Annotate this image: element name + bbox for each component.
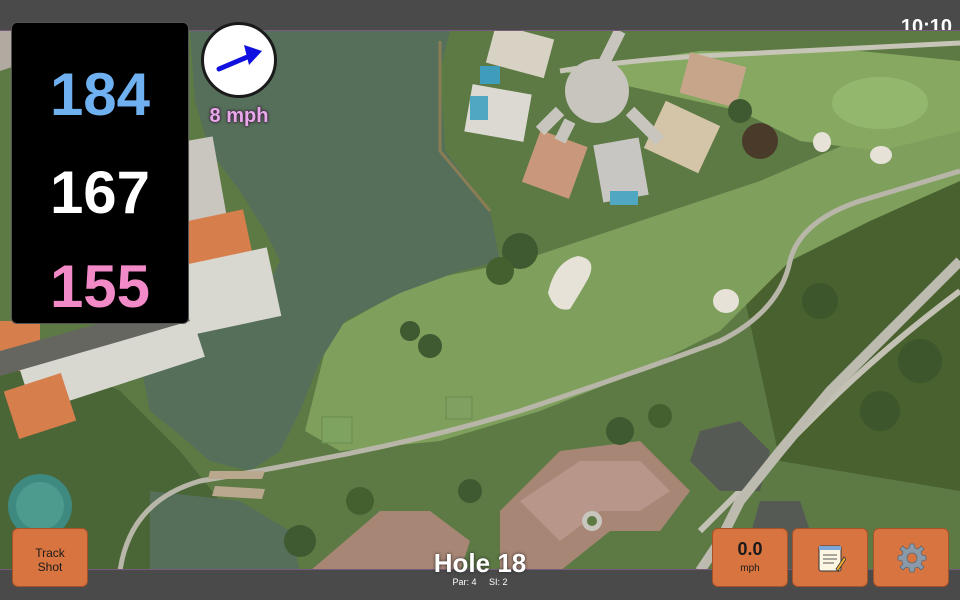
- hole-par: Par: 4: [452, 577, 477, 587]
- notepad-icon: [818, 545, 846, 572]
- wind-direction-dial: [201, 22, 277, 98]
- notes-button[interactable]: [792, 528, 868, 587]
- distance-panel: 184 167 155: [11, 22, 189, 324]
- front-of-green-distance: 155: [49, 253, 151, 320]
- arrow-up-right-icon: [216, 45, 262, 72]
- hole-stroke-index: SI: 2: [489, 577, 508, 587]
- hole-title: Hole 18: [433, 548, 527, 578]
- gear-icon: [897, 543, 927, 573]
- wind-speed-value: 0.0: [737, 539, 763, 559]
- back-of-green-distance: 184: [49, 61, 151, 128]
- middle-of-green-distance: 167: [49, 159, 151, 226]
- wind-speed-label: 8 mph: [209, 105, 269, 127]
- hole-details: Par: 4 SI: 2: [380, 577, 580, 588]
- settings-button[interactable]: [873, 528, 949, 587]
- track-shot-label-line2: Shot: [37, 560, 63, 574]
- track-shot-button[interactable]: Track Shot: [12, 528, 88, 587]
- wind-speed-unit: mph: [740, 563, 760, 574]
- golf-gps-screen: 10:10 184 167 155 8 mph Track Shot Hole …: [0, 0, 960, 600]
- wind-speed-button[interactable]: 0.0 mph: [712, 528, 788, 587]
- track-shot-label-line1: Track: [35, 546, 65, 560]
